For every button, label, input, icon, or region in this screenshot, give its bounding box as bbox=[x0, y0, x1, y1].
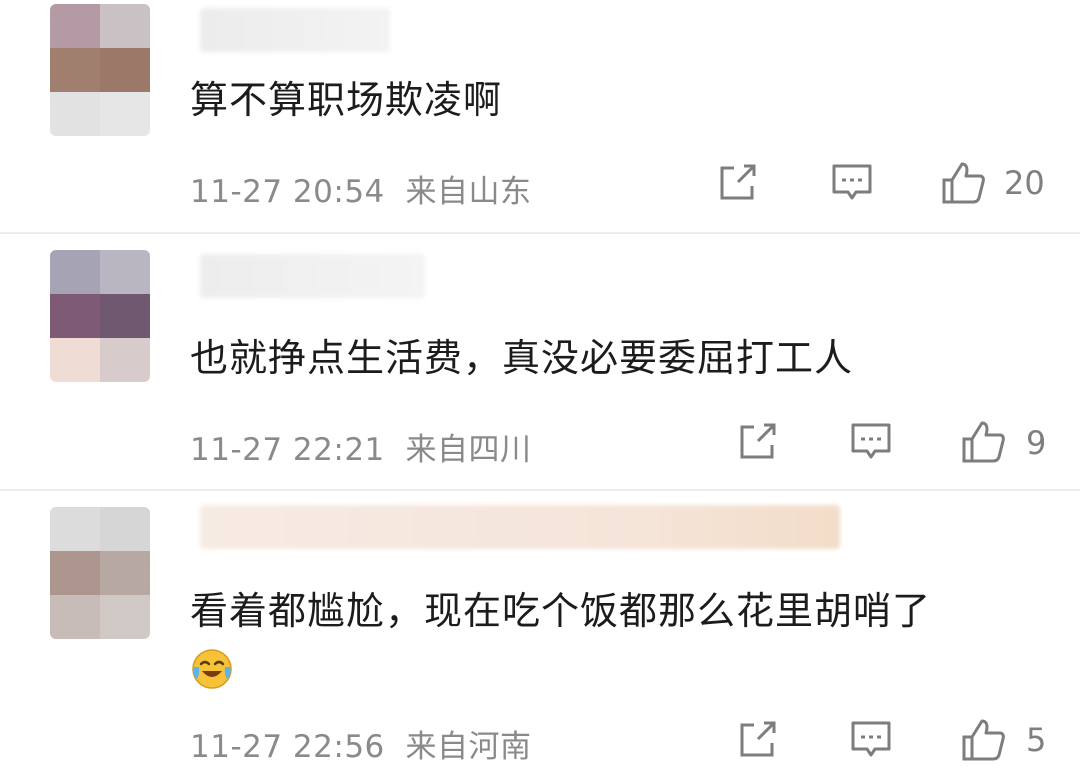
comment-location: 来自山东 bbox=[405, 174, 532, 210]
comment-location: 来自四川 bbox=[405, 432, 532, 468]
like-icon[interactable] bbox=[960, 717, 1006, 763]
comment-time: 11-27 20:54 bbox=[190, 174, 385, 210]
reply-icon[interactable] bbox=[829, 160, 875, 206]
laughing-crying-emoji bbox=[190, 647, 234, 691]
share-icon[interactable] bbox=[734, 717, 780, 763]
comment-location: 来自河南 bbox=[405, 729, 532, 765]
comment-text: 算不算职场欺凌啊 bbox=[190, 78, 503, 122]
comment-text: 看着都尴尬，现在吃个饭都那么花里胡哨了 bbox=[190, 589, 932, 633]
comment-meta: 11-27 22:21 来自四川 bbox=[190, 424, 532, 469]
avatar[interactable] bbox=[50, 250, 150, 382]
avatar[interactable] bbox=[50, 507, 150, 639]
comment-meta: 11-27 20:54 来自山东 bbox=[190, 166, 532, 211]
comment-item-1: 算不算职场欺凌啊 11-27 20:54 来自山东 20 bbox=[0, 0, 1080, 234]
comment-meta: 11-27 22:56 来自河南 bbox=[190, 721, 532, 766]
reply-icon[interactable] bbox=[848, 419, 894, 465]
username-blurred[interactable] bbox=[200, 8, 390, 52]
comment-time: 11-27 22:56 bbox=[190, 729, 385, 765]
username-blurred[interactable] bbox=[200, 505, 840, 549]
like-count: 9 bbox=[1026, 424, 1047, 462]
comment-item-3: 看着都尴尬，现在吃个饭都那么花里胡哨了 11-27 22:56 来自河南 5 bbox=[0, 491, 1080, 771]
username-blurred[interactable] bbox=[200, 254, 425, 298]
comment-text: 也就挣点生活费，真没必要委屈打工人 bbox=[190, 336, 854, 380]
like-icon[interactable] bbox=[940, 160, 986, 206]
share-icon[interactable] bbox=[734, 419, 780, 465]
share-icon[interactable] bbox=[714, 160, 760, 206]
like-count: 5 bbox=[1026, 721, 1047, 759]
comment-time: 11-27 22:21 bbox=[190, 432, 385, 468]
like-count: 20 bbox=[1004, 164, 1045, 202]
reply-icon[interactable] bbox=[848, 717, 894, 763]
avatar[interactable] bbox=[50, 4, 150, 136]
comment-item-2: 也就挣点生活费，真没必要委屈打工人 11-27 22:21 来自四川 9 bbox=[0, 234, 1080, 491]
like-icon[interactable] bbox=[960, 419, 1006, 465]
